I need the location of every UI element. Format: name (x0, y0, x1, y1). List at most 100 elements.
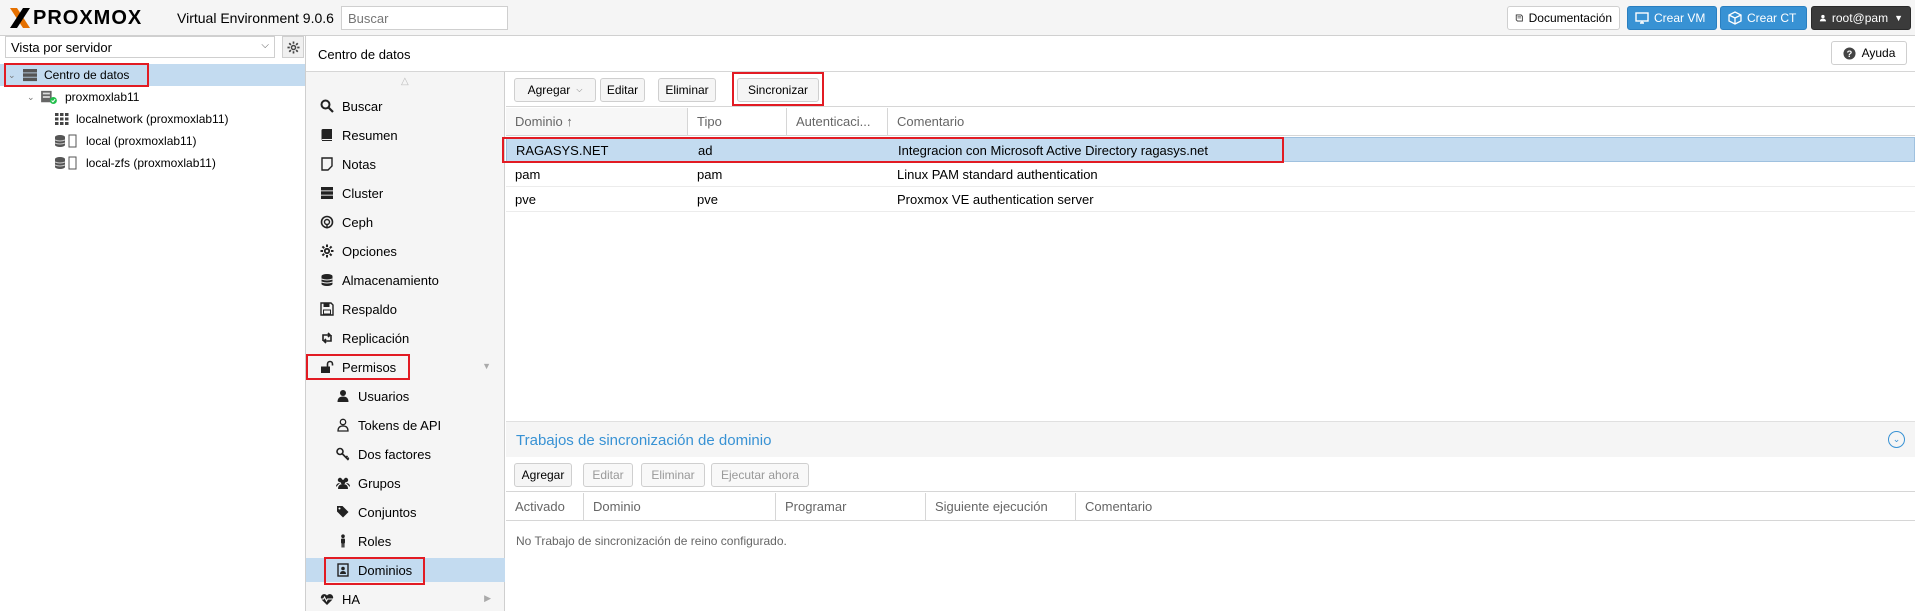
column-label: Autenticaci... (796, 114, 871, 129)
tfa-cell (787, 187, 888, 211)
nav-item-storage[interactable]: Almacenamiento (306, 268, 505, 292)
column-header-enabled[interactable]: Activado (506, 493, 584, 521)
tree-settings-button[interactable] (282, 36, 304, 58)
documentation-button[interactable]: Documentación (1507, 6, 1620, 30)
nav-item-two-factor[interactable]: Dos factores (306, 442, 505, 466)
tree-item-storage-local[interactable]: local (proxmoxlab11) (0, 130, 305, 152)
collapse-icon[interactable]: ⌄ (27, 92, 37, 103)
column-header-realm[interactable]: Dominio (584, 493, 776, 521)
nav-item-label: Dos factores (358, 446, 431, 462)
chevron-down-icon[interactable]: ▼ (482, 361, 491, 371)
nav-item-label: Cluster (342, 185, 384, 201)
edit-sync-job-button[interactable]: Editar (583, 463, 633, 487)
heartbeat-icon (320, 594, 334, 605)
edit-label: Editar (592, 468, 624, 482)
nav-item-permissions[interactable]: Permisos ▼ (306, 355, 505, 379)
run-now-button[interactable]: Ejecutar ahora (711, 463, 809, 487)
nav-item-label: Grupos (358, 475, 401, 491)
comment-cell: Proxmox VE authentication server (897, 191, 1094, 207)
cube-icon (1728, 11, 1742, 25)
help-button[interactable]: ? Ayuda (1831, 41, 1907, 65)
nav-item-ha[interactable]: HA ▶ (306, 587, 505, 611)
node-icon (41, 90, 57, 104)
nav-item-notes[interactable]: Notas (306, 152, 505, 176)
nav-item-realms[interactable]: Dominios (306, 558, 505, 582)
chevron-right-icon[interactable]: ▶ (484, 593, 491, 604)
delete-realm-button[interactable]: Eliminar (658, 78, 716, 102)
nav-item-label: Usuarios (358, 388, 410, 404)
view-select-value: Vista por servidor (11, 40, 112, 55)
realms-panel: Agregar ⌵ Editar Eliminar Sincronizar Do… (502, 72, 1915, 611)
nav-item-roles[interactable]: Roles (306, 529, 505, 553)
nav-item-api-tokens[interactable]: Tokens de API (306, 413, 505, 437)
nav-item-groups[interactable]: Grupos (306, 471, 505, 495)
nav-item-summary[interactable]: Resumen (306, 123, 505, 147)
ceph-icon (320, 215, 334, 229)
user-icon (1819, 14, 1827, 22)
help-icon: ? (1843, 46, 1856, 60)
tree-item-node[interactable]: ⌄ proxmoxlab11 (0, 86, 305, 108)
svg-text:?: ? (1846, 48, 1852, 58)
top-bar: PROXMOX Virtual Environment 9.0.6 Docume… (0, 0, 1915, 36)
column-header-type[interactable]: Tipo (688, 108, 787, 136)
chevron-down-icon: ▼ (1894, 13, 1903, 23)
add-sync-job-button[interactable]: Agregar (514, 463, 572, 487)
type-cell: pam (697, 166, 723, 182)
column-header-schedule[interactable]: Programar (776, 493, 926, 521)
collapse-icon[interactable]: ⌄ (8, 70, 18, 81)
desktop-icon (1635, 12, 1649, 24)
tree-item-label: Centro de datos (44, 68, 130, 82)
column-label: Comentario (1085, 499, 1153, 514)
column-header-realm[interactable]: Dominio ↑ (506, 108, 688, 136)
realm-cell: pam (515, 166, 541, 182)
create-vm-button[interactable]: Crear VM (1627, 6, 1717, 30)
tags-icon (337, 506, 349, 518)
view-select[interactable]: Vista por servidor ⌵ (5, 36, 275, 58)
proxmox-x-icon (10, 8, 30, 28)
column-header-comment[interactable]: Comentario (888, 108, 1915, 136)
table-row[interactable]: pve pve Proxmox VE authentication server (506, 187, 1915, 212)
column-label: Programar (785, 499, 847, 514)
search-input[interactable] (341, 6, 508, 30)
column-label: Dominio (593, 499, 641, 514)
nav-item-search[interactable]: Buscar (306, 94, 505, 118)
column-header-comment[interactable]: Comentario (1076, 493, 1915, 521)
page-title: Centro de datos (318, 47, 411, 62)
nav-item-options[interactable]: Opciones (306, 239, 505, 263)
user-menu-button[interactable]: root@pam ▼ (1811, 6, 1911, 30)
nav-item-cluster[interactable]: Cluster (306, 181, 505, 205)
notes-icon (321, 157, 333, 171)
datacenter-nav: △ Buscar Resumen Notas Cluster Ceph Opci… (306, 72, 505, 611)
nav-item-replication[interactable]: Replicación (306, 326, 505, 350)
create-ct-button[interactable]: Crear CT (1720, 6, 1807, 30)
tree-item-network[interactable]: localnetwork (proxmoxlab11) (0, 108, 305, 130)
nav-item-label: Resumen (342, 127, 398, 143)
collapse-toggle-icon[interactable]: ⌄ (1888, 431, 1905, 448)
column-header-next-run[interactable]: Siguiente ejecución (926, 493, 1076, 521)
nav-item-ceph[interactable]: Ceph (306, 210, 505, 234)
nav-item-pools[interactable]: Conjuntos (306, 500, 505, 524)
comment-cell: Linux PAM standard authentication (897, 166, 1098, 182)
nav-item-users[interactable]: Usuarios (306, 384, 505, 408)
column-header-tfa[interactable]: Autenticaci... (787, 108, 888, 136)
chevron-down-icon: ⌵ (576, 85, 583, 94)
documentation-label: Documentación (1528, 11, 1612, 25)
tree-item-label: proxmoxlab11 (65, 90, 140, 104)
create-ct-label: Crear CT (1747, 11, 1797, 25)
sync-realm-button[interactable]: Sincronizar (737, 78, 819, 102)
book-icon (321, 129, 332, 141)
nav-item-backup[interactable]: Respaldo (306, 297, 505, 321)
scroll-up-icon[interactable]: △ (401, 76, 409, 87)
nav-item-label: Conjuntos (358, 504, 417, 520)
edit-realm-button[interactable]: Editar (600, 78, 645, 102)
delete-sync-job-button[interactable]: Eliminar (641, 463, 705, 487)
table-row[interactable]: RAGASYS.NET ad Integracion con Microsoft… (506, 137, 1915, 162)
tree-item-datacenter[interactable]: ⌄ Centro de datos (0, 64, 305, 86)
sync-jobs-header: Trabajos de sincronización de dominio ⌄ (506, 421, 1915, 457)
address-book-icon (337, 563, 349, 577)
add-realm-button[interactable]: Agregar ⌵ (514, 78, 596, 102)
tree-item-storage-local-zfs[interactable]: local-zfs (proxmoxlab11) (0, 152, 305, 174)
realm-cell: RAGASYS.NET (516, 142, 609, 158)
table-row[interactable]: pam pam Linux PAM standard authenticatio… (506, 162, 1915, 187)
sync-jobs-toolbar: Agregar Editar Eliminar Ejecutar ahora (506, 457, 1915, 492)
